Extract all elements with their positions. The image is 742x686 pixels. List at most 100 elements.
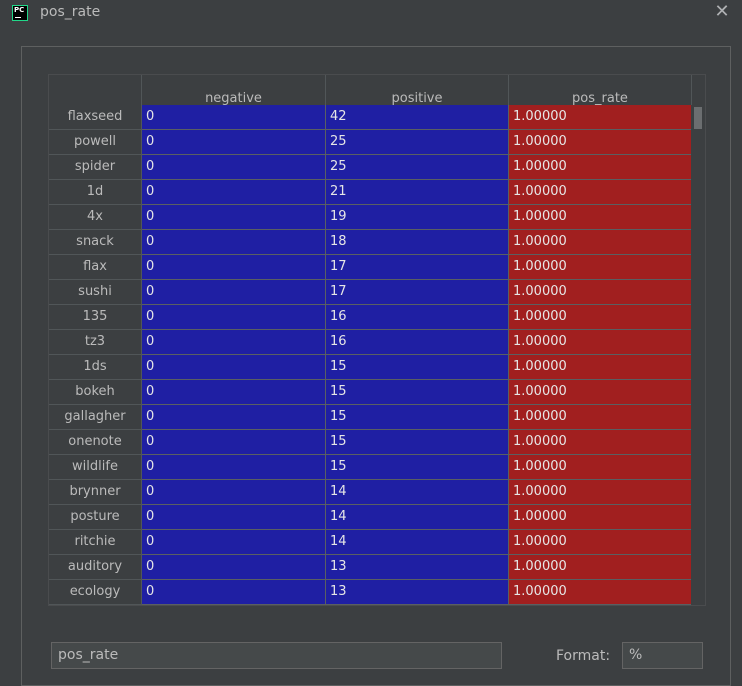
cell-negative[interactable]: 0 <box>142 430 326 455</box>
row-index-label: posture <box>49 505 142 530</box>
row-index-label: snack <box>49 230 142 255</box>
cell-negative[interactable]: 0 <box>142 505 326 530</box>
cell-pos-rate[interactable]: 1.00000 <box>509 255 692 280</box>
cell-pos-rate[interactable]: 1.00000 <box>509 505 692 530</box>
column-header-pos-rate[interactable]: pos_rate <box>509 75 692 105</box>
cell-pos-rate[interactable]: 1.00000 <box>509 130 692 155</box>
row-index-label: wildlife <box>49 455 142 480</box>
cell-positive[interactable]: 14 <box>326 530 509 555</box>
row-index-label: auditory <box>49 555 142 580</box>
cell-positive[interactable]: 25 <box>326 130 509 155</box>
cell-negative[interactable]: 0 <box>142 530 326 555</box>
cell-positive[interactable]: 15 <box>326 380 509 405</box>
cell-negative[interactable]: 0 <box>142 555 326 580</box>
table-row: gallagher 0 15 1.00000 <box>49 405 692 430</box>
row-index-label: ecology <box>49 580 142 605</box>
cell-negative[interactable]: 0 <box>142 230 326 255</box>
cell-negative[interactable]: 0 <box>142 180 326 205</box>
cell-positive[interactable]: 17 <box>326 280 509 305</box>
format-field[interactable]: % <box>622 642 703 669</box>
cell-negative[interactable]: 0 <box>142 455 326 480</box>
row-index-label: flaxseed <box>49 105 142 130</box>
cell-negative[interactable]: 0 <box>142 355 326 380</box>
index-header <box>49 75 142 105</box>
row-index-label: sushi <box>49 280 142 305</box>
row-index-label: spider <box>49 155 142 180</box>
cell-pos-rate[interactable]: 1.00000 <box>509 355 692 380</box>
cell-pos-rate[interactable]: 1.00000 <box>509 530 692 555</box>
table-row: spider 0 25 1.00000 <box>49 155 692 180</box>
dataframe-table: negative positive pos_rate flaxseed 0 42 1.… <box>48 74 706 606</box>
cell-negative[interactable]: 0 <box>142 255 326 280</box>
table-row: snack 0 18 1.00000 <box>49 230 692 255</box>
cell-negative[interactable]: 0 <box>142 280 326 305</box>
row-index-label: 4x <box>49 205 142 230</box>
name-field[interactable]: pos_rate <box>51 642 502 669</box>
cell-negative[interactable]: 0 <box>142 330 326 355</box>
cell-positive[interactable]: 15 <box>326 455 509 480</box>
cell-negative[interactable]: 0 <box>142 380 326 405</box>
row-index-label: 1ds <box>49 355 142 380</box>
cell-pos-rate[interactable]: 1.00000 <box>509 230 692 255</box>
cell-pos-rate[interactable]: 1.00000 <box>509 580 692 605</box>
table-row: powell 0 25 1.00000 <box>49 130 692 155</box>
cell-negative[interactable]: 0 <box>142 480 326 505</box>
table-row: 1ds 0 15 1.00000 <box>49 355 692 380</box>
table-row: wildlife 0 15 1.00000 <box>49 455 692 480</box>
column-header-positive[interactable]: positive <box>326 75 509 105</box>
cell-positive[interactable]: 19 <box>326 205 509 230</box>
cell-positive[interactable]: 14 <box>326 505 509 530</box>
row-index-label: brynner <box>49 480 142 505</box>
cell-positive[interactable]: 13 <box>326 555 509 580</box>
cell-pos-rate[interactable]: 1.00000 <box>509 280 692 305</box>
cell-positive[interactable]: 16 <box>326 330 509 355</box>
cell-negative[interactable]: 0 <box>142 405 326 430</box>
cell-positive[interactable]: 15 <box>326 355 509 380</box>
table-row: brynner 0 14 1.00000 <box>49 480 692 505</box>
vertical-scrollbar[interactable] <box>691 105 705 605</box>
row-index-label: 1d <box>49 180 142 205</box>
cell-negative[interactable]: 0 <box>142 105 326 130</box>
cell-pos-rate[interactable]: 1.00000 <box>509 455 692 480</box>
cell-pos-rate[interactable]: 1.00000 <box>509 105 692 130</box>
scrollbar-thumb[interactable] <box>694 107 702 129</box>
cell-pos-rate[interactable]: 1.00000 <box>509 430 692 455</box>
pycharm-icon: PC <box>12 5 28 21</box>
cell-negative[interactable]: 0 <box>142 305 326 330</box>
cell-pos-rate[interactable]: 1.00000 <box>509 180 692 205</box>
cell-positive[interactable]: 14 <box>326 480 509 505</box>
cell-negative[interactable]: 0 <box>142 580 326 605</box>
table-row: posture 0 14 1.00000 <box>49 505 692 530</box>
table-row: onenote 0 15 1.00000 <box>49 430 692 455</box>
cell-pos-rate[interactable]: 1.00000 <box>509 330 692 355</box>
cell-positive[interactable]: 18 <box>326 230 509 255</box>
table-row: 1d 0 21 1.00000 <box>49 180 692 205</box>
cell-pos-rate[interactable]: 1.00000 <box>509 205 692 230</box>
cell-positive[interactable]: 17 <box>326 255 509 280</box>
table-row: bokeh 0 15 1.00000 <box>49 380 692 405</box>
table-row: 135 0 16 1.00000 <box>49 305 692 330</box>
cell-positive[interactable]: 15 <box>326 405 509 430</box>
cell-positive[interactable]: 25 <box>326 155 509 180</box>
column-header-negative[interactable]: negative <box>142 75 326 105</box>
table-row: ecology 0 13 1.00000 <box>49 580 692 605</box>
cell-positive[interactable]: 16 <box>326 305 509 330</box>
cell-negative[interactable]: 0 <box>142 205 326 230</box>
cell-pos-rate[interactable]: 1.00000 <box>509 480 692 505</box>
row-index-label: gallagher <box>49 405 142 430</box>
cell-pos-rate[interactable]: 1.00000 <box>509 405 692 430</box>
cell-negative[interactable]: 0 <box>142 155 326 180</box>
cell-positive[interactable]: 21 <box>326 180 509 205</box>
cell-positive[interactable]: 15 <box>326 430 509 455</box>
row-index-label: tz3 <box>49 330 142 355</box>
cell-pos-rate[interactable]: 1.00000 <box>509 380 692 405</box>
cell-positive[interactable]: 42 <box>326 105 509 130</box>
close-icon[interactable]: ✕ <box>712 2 732 22</box>
row-index-label: powell <box>49 130 142 155</box>
cell-pos-rate[interactable]: 1.00000 <box>509 155 692 180</box>
cell-positive[interactable]: 13 <box>326 580 509 605</box>
cell-negative[interactable]: 0 <box>142 130 326 155</box>
cell-pos-rate[interactable]: 1.00000 <box>509 555 692 580</box>
cell-pos-rate[interactable]: 1.00000 <box>509 305 692 330</box>
table-row: auditory 0 13 1.00000 <box>49 555 692 580</box>
